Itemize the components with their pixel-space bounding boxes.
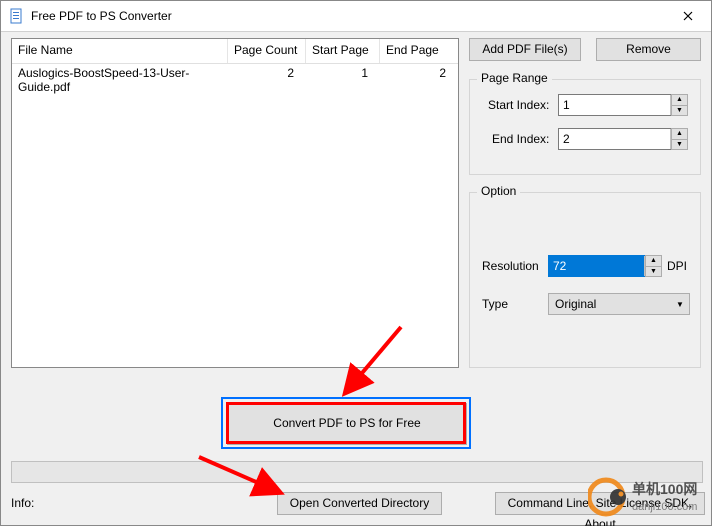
resolution-unit: DPI xyxy=(667,259,687,273)
resolution-spinner[interactable]: ▲▼ xyxy=(548,255,662,277)
resolution-down[interactable]: ▼ xyxy=(645,266,662,278)
option-group: Option Resolution ▲▼ DPI Type Original ▼ xyxy=(469,192,701,368)
option-legend: Option xyxy=(477,184,520,198)
window-title: Free PDF to PS Converter xyxy=(31,9,665,23)
type-value: Original xyxy=(555,297,671,311)
resolution-input[interactable] xyxy=(549,256,644,276)
cell-start-page: 1 xyxy=(306,64,380,82)
page-range-group: Page Range Start Index: ▲▼ End Index: ▲▼ xyxy=(469,79,701,175)
close-button[interactable] xyxy=(665,1,711,31)
type-combo[interactable]: Original ▼ xyxy=(548,293,690,315)
start-index-down[interactable]: ▼ xyxy=(671,105,688,117)
col-end-page[interactable]: End Page xyxy=(380,39,458,63)
col-page-count[interactable]: Page Count xyxy=(228,39,306,63)
convert-button[interactable]: Convert PDF to PS for Free xyxy=(227,403,467,445)
type-label: Type xyxy=(482,297,508,311)
end-index-down[interactable]: ▼ xyxy=(671,139,688,151)
page-range-legend: Page Range xyxy=(477,71,552,85)
open-converted-directory-button[interactable]: Open Converted Directory xyxy=(277,492,442,515)
start-index-spinner[interactable]: ▲▼ xyxy=(558,94,688,116)
info-bar xyxy=(11,461,703,483)
cell-file-name: Auslogics-BoostSpeed-13-User-Guide.pdf xyxy=(12,64,228,82)
start-index-label: Start Index: xyxy=(488,98,549,112)
end-index-input[interactable] xyxy=(559,129,670,149)
file-list[interactable]: File Name Page Count Start Page End Page… xyxy=(11,38,459,368)
app-icon xyxy=(9,8,25,24)
col-start-page[interactable]: Start Page xyxy=(306,39,380,63)
add-pdf-button[interactable]: Add PDF File(s) xyxy=(469,38,581,61)
info-label: Info: xyxy=(11,496,34,510)
end-index-label: End Index: xyxy=(492,132,549,146)
col-file-name[interactable]: File Name xyxy=(12,39,228,63)
chevron-down-icon: ▼ xyxy=(671,300,689,309)
start-index-input[interactable] xyxy=(559,95,670,115)
cell-end-page: 2 xyxy=(380,64,458,82)
file-list-header[interactable]: File Name Page Count Start Page End Page xyxy=(12,39,458,64)
file-list-row[interactable]: Auslogics-BoostSpeed-13-User-Guide.pdf 2… xyxy=(12,64,458,82)
cell-page-count: 2 xyxy=(228,64,306,82)
end-index-spinner[interactable]: ▲▼ xyxy=(558,128,688,150)
resolution-label: Resolution xyxy=(482,259,539,273)
remove-button[interactable]: Remove xyxy=(596,38,701,61)
about-button[interactable]: Command Line, Site License SDK, About xyxy=(495,492,705,515)
